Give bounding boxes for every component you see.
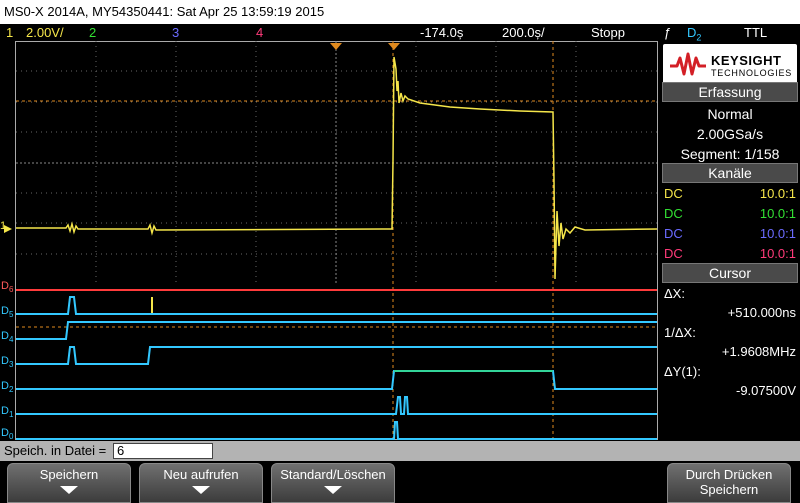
acquisition-rate: 2.00GSa/s xyxy=(696,126,764,142)
cursor-dy-label: ΔY(1): xyxy=(664,364,701,379)
ch1-ground-marker[interactable]: 1 xyxy=(0,220,6,232)
ch2-number[interactable]: 2 xyxy=(89,24,96,41)
acquisition-segment: Segment: 1/158 xyxy=(680,146,780,162)
cursor-header[interactable]: Cursor xyxy=(662,263,798,283)
save-button-label: Speichern xyxy=(39,467,99,482)
save-file-row: Speich. in Datei = 6 xyxy=(0,441,800,461)
run-state[interactable]: Stopp xyxy=(591,24,625,41)
channels-header[interactable]: Kanäle xyxy=(662,163,798,183)
ch1-scale[interactable]: 2.00V/ xyxy=(26,24,64,41)
d5-sub: 5 xyxy=(8,310,14,320)
digital-label-d5: D5 xyxy=(1,305,13,319)
press-to-save-button[interactable]: Durch Drücken Speichern xyxy=(667,463,791,503)
timebase-scale[interactable]: 200.0ș/ xyxy=(502,24,545,41)
ch1-number[interactable]: 1 xyxy=(6,24,13,41)
save-file-label: Speich. in Datei = xyxy=(4,443,107,458)
recall-button[interactable]: Neu aufrufen xyxy=(139,463,263,503)
digital-label-d2: D2 xyxy=(1,380,13,394)
d4-letter: D xyxy=(1,330,9,342)
digital-label-d0: D0 xyxy=(1,427,13,441)
ch3-number[interactable]: 3 xyxy=(172,24,179,41)
keysight-wave-icon xyxy=(670,52,706,76)
time-offset[interactable]: -174.0ș xyxy=(420,24,463,41)
cursor-inv-dx-value: +1.9608MHz xyxy=(721,344,796,359)
d2-sub: 2 xyxy=(8,385,14,395)
d6-letter: D xyxy=(1,280,9,292)
ch4-number[interactable]: 4 xyxy=(256,24,263,41)
cursor-inv-dx-value-row: +1.9608MHz xyxy=(660,342,800,362)
channel-row-2: DC 10.0:1 xyxy=(660,204,800,224)
ch3-coupling: DC xyxy=(664,226,683,241)
ch1-coupling: DC xyxy=(664,186,683,201)
digital-label-d4: D4 xyxy=(1,330,13,344)
d1-sub: 1 xyxy=(8,410,14,420)
cursor-inv-dx-label: 1/ΔX: xyxy=(664,325,696,340)
softkey-bar: Speichern Neu aufrufen Standard/Löschen … xyxy=(0,461,800,503)
ch4-probe-ratio: 10.0:1 xyxy=(759,246,796,261)
press-to-save-line1: Durch Drücken xyxy=(685,467,773,482)
info-panel: KEYSIGHT TECHNOLOGIES Erfassung Normal 2… xyxy=(660,41,800,441)
channel-status-bar: 1 2.00V/ 2 3 4 -174.0ș 200.0ș/ Stopp ƒ D… xyxy=(0,24,800,43)
d2-letter: D xyxy=(1,380,9,392)
cursor-dy-value-row: -9.07500V xyxy=(660,381,800,401)
waveform-graticule xyxy=(4,41,658,440)
cursor-dy-value: -9.07500V xyxy=(736,383,796,398)
ch2-coupling: DC xyxy=(664,206,683,221)
d4-sub: 4 xyxy=(8,335,14,345)
save-button[interactable]: Speichern xyxy=(7,463,131,503)
cursor-dx-value: +510.000ns xyxy=(727,305,796,320)
trigger-source-letter: D xyxy=(687,25,697,40)
digital-label-d3: D3 xyxy=(1,355,13,369)
recall-button-label: Neu aufrufen xyxy=(163,467,239,482)
d0-letter: D xyxy=(1,427,9,439)
press-to-save-line2: Speichern xyxy=(699,482,759,497)
ch1-probe-ratio: 10.0:1 xyxy=(759,186,796,201)
acquisition-mode: Normal xyxy=(707,106,753,122)
ch4-coupling: DC xyxy=(664,246,683,261)
cursor-dy-label-row: ΔY(1): xyxy=(660,362,800,382)
ch2-probe-ratio: 10.0:1 xyxy=(759,206,796,221)
d6-sub: 6 xyxy=(8,285,14,295)
waveform-display[interactable]: 1 D6 D5 D4 D3 D2 D1 D0 xyxy=(0,41,660,441)
cursor-dx-value-row: +510.000ns xyxy=(660,303,800,323)
save-file-input[interactable]: 6 xyxy=(113,443,213,459)
brand-logo: KEYSIGHT TECHNOLOGIES xyxy=(663,44,797,84)
brand-sub: TECHNOLOGIES xyxy=(711,68,793,78)
digital-label-d6: D6 xyxy=(1,280,13,294)
channel-row-4: DC 10.0:1 xyxy=(660,244,800,264)
acquisition-header[interactable]: Erfassung xyxy=(662,82,798,102)
chevron-down-icon xyxy=(60,486,78,494)
d3-letter: D xyxy=(1,355,9,367)
channel-row-1: DC 10.0:1 xyxy=(660,184,800,204)
cursor-inv-dx-label-row: 1/ΔX: xyxy=(660,323,800,343)
cursor-dx-label-row: ΔX: xyxy=(660,284,800,304)
chevron-down-icon xyxy=(324,486,342,494)
default-erase-button-label: Standard/Löschen xyxy=(280,467,386,482)
window-title-bar: MS0-X 2014A, MY54350441: Sat Apr 25 13:5… xyxy=(0,0,800,24)
default-erase-button[interactable]: Standard/Löschen xyxy=(271,463,395,503)
cursor-dx-label: ΔX: xyxy=(664,286,685,301)
trigger-mode[interactable]: TTL xyxy=(744,24,767,41)
trigger-edge-icon[interactable]: ƒ xyxy=(664,24,671,41)
chevron-down-icon xyxy=(192,486,210,494)
d3-sub: 3 xyxy=(8,360,14,370)
d1-letter: D xyxy=(1,405,9,417)
digital-label-d1: D1 xyxy=(1,405,13,419)
window-title: MS0-X 2014A, MY54350441: Sat Apr 25 13:5… xyxy=(4,4,325,19)
d0-sub: 0 xyxy=(8,432,14,442)
d5-letter: D xyxy=(1,305,9,317)
channel-row-3: DC 10.0:1 xyxy=(660,224,800,244)
brand-name: KEYSIGHT xyxy=(711,53,782,68)
ch3-probe-ratio: 10.0:1 xyxy=(759,226,796,241)
